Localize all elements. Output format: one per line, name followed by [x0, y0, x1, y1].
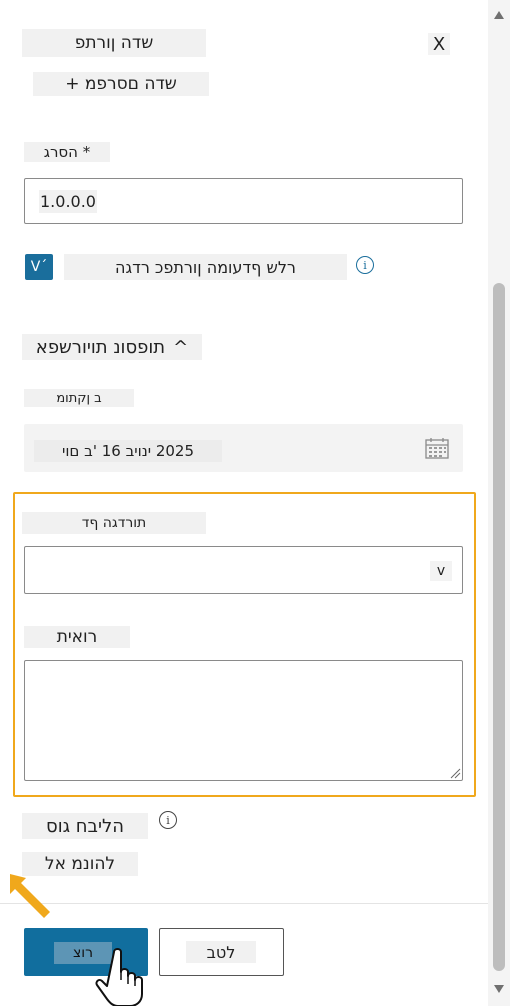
info-icon[interactable]: i — [356, 256, 374, 274]
add-field-button[interactable]: שדה םסרפמ + — [33, 72, 209, 96]
version-input[interactable]: 1.0.0.0 — [24, 178, 463, 224]
cancel-button-label: לטב — [186, 941, 256, 963]
date-value: 2025 ינויב 16 'ב םוי — [34, 440, 222, 462]
footer-divider — [0, 903, 488, 904]
date-picker[interactable]: 2025 ינויב 16 'ב םוי — [24, 424, 463, 472]
resize-grip-icon[interactable] — [449, 767, 461, 779]
date-label: ב ןקתומ — [24, 389, 134, 407]
calendar-icon[interactable] — [425, 437, 449, 459]
scroll-down-icon[interactable] — [492, 982, 506, 996]
check-icon: V´ — [30, 259, 48, 275]
panel-title: שדה ןורתפ — [22, 29, 206, 57]
info-icon[interactable]: i — [159, 811, 177, 829]
chevron-up-icon: ^ — [173, 336, 189, 358]
review-label: הליבח גוס — [22, 813, 148, 839]
version-value: 1.0.0.0 — [39, 189, 97, 213]
close-icon: X — [432, 33, 446, 55]
cancel-button[interactable]: לטב — [159, 928, 284, 976]
category-dropdown[interactable]: v — [24, 546, 463, 594]
hand-cursor-icon — [95, 948, 143, 1006]
scrollbar-thumb[interactable] — [493, 283, 505, 971]
chevron-down-icon: v — [430, 561, 452, 581]
close-button[interactable]: X — [428, 33, 450, 55]
advanced-options-toggle[interactable]: תופסונ תויורשפא ^ — [22, 334, 202, 360]
category-label: תורדגה ףד — [22, 512, 206, 534]
major-version-checkbox[interactable]: V´ — [25, 254, 53, 280]
version-label: * הסרג — [24, 142, 110, 162]
comment-textarea[interactable] — [24, 660, 463, 781]
major-version-label: רלש ףדעומה ןורתפכ רדגה — [64, 254, 347, 280]
scroll-up-icon[interactable] — [492, 8, 506, 22]
pointer-arrow-icon — [10, 874, 50, 918]
comment-label: רואית — [24, 626, 130, 648]
